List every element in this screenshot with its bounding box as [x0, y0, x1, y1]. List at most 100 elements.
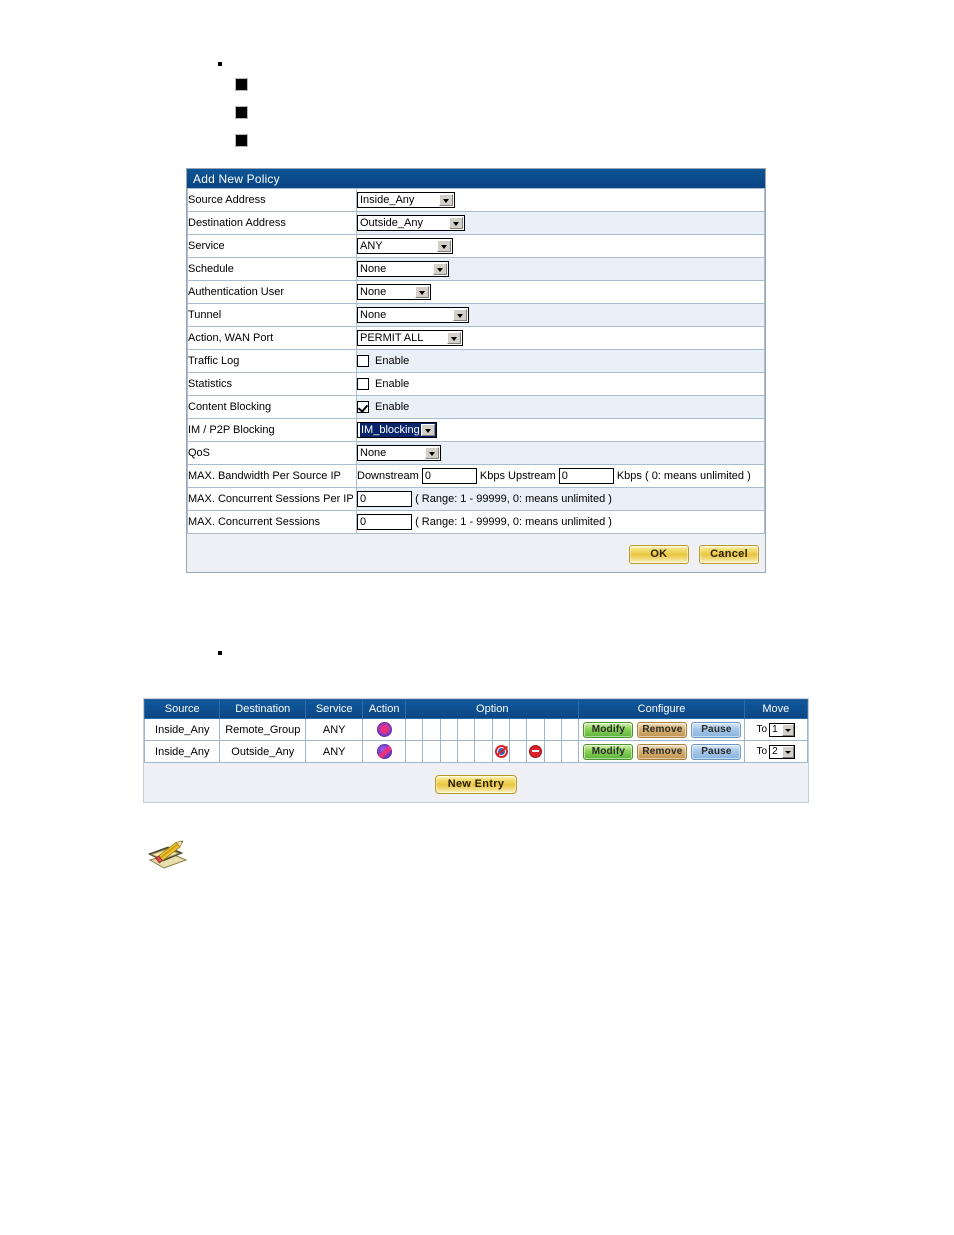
max-concurrent-sessions-per-ip-input[interactable]: 0 [357, 491, 412, 507]
header-service: Service [305, 699, 364, 719]
downstream-input[interactable]: 0 [421, 468, 477, 484]
service-select[interactable]: ANY [357, 238, 453, 254]
label-action-wan-port: Action, WAN Port [187, 326, 357, 350]
value-qos: None [356, 441, 765, 465]
cell-option-6 [491, 718, 511, 741]
new-entry-button[interactable]: New Entry [435, 775, 517, 794]
cell-option-3 [439, 718, 459, 741]
value-action-wan-port: PERMIT ALL [356, 326, 765, 350]
cancel-button[interactable]: Cancel [699, 545, 759, 564]
modify-button[interactable]: Modify [583, 743, 634, 760]
destination-address-select[interactable]: Outside_Any [357, 215, 465, 231]
im-p2p-blocking-select[interactable]: IM_blocking [357, 422, 437, 438]
authentication-user-select[interactable]: None [357, 284, 431, 300]
chevron-down-icon[interactable] [782, 723, 795, 736]
cell-option-4 [457, 718, 476, 741]
add-new-policy-panel: Add New Policy Source Address Inside_Any… [186, 168, 766, 573]
cell-option-2 [422, 740, 441, 763]
content-blocking-enable-label: Enable [375, 401, 410, 414]
value-traffic-log: Enable [356, 349, 765, 373]
max-concurrent-sessions-input[interactable]: 0 [357, 514, 412, 530]
value-source-address: Inside_Any [356, 188, 765, 212]
cell-option-5 [474, 718, 493, 741]
bullet-disc-bottom [218, 651, 222, 655]
value-schedule: None [356, 257, 765, 281]
label-max-concurrent-sessions-per-ip: MAX. Concurrent Sessions Per IP [187, 487, 357, 511]
remove-button[interactable]: Remove [637, 743, 688, 760]
ok-button[interactable]: OK [628, 545, 689, 564]
form-row-action-wan-port: Action, WAN Port PERMIT ALL [187, 326, 765, 350]
value-max-concurrent-sessions-per-ip: 0 ( Range: 1 - 99999, 0: means unlimited… [356, 487, 765, 511]
chevron-down-icon[interactable] [415, 286, 429, 298]
tunnel-select[interactable]: None [357, 307, 469, 323]
cell-option-1 [405, 718, 424, 741]
move-to-label: To [756, 724, 768, 736]
chevron-down-icon[interactable] [437, 240, 451, 252]
label-max-bandwidth-per-source-ip: MAX. Bandwidth Per Source IP [187, 464, 357, 488]
chevron-down-icon[interactable] [433, 263, 447, 275]
label-content-blocking: Content Blocking [187, 395, 357, 419]
label-service: Service [187, 234, 357, 258]
cell-option-7 [509, 718, 528, 741]
form-row-qos: QoS None [187, 441, 765, 465]
cell-action [362, 740, 407, 763]
value-max-concurrent-sessions: 0 ( Range: 1 - 99999, 0: means unlimited… [356, 510, 765, 534]
pause-button[interactable]: Pause [691, 743, 742, 760]
action-permit-slash-icon [376, 744, 392, 759]
policy-list-spacer [144, 763, 808, 771]
move-position-select[interactable]: 2 [769, 744, 796, 759]
pause-button[interactable]: Pause [691, 721, 742, 738]
form-row-authentication-user: Authentication User None [187, 280, 765, 304]
value-destination-address: Outside_Any [356, 211, 765, 235]
chevron-down-icon[interactable] [449, 217, 463, 229]
value-max-bandwidth-per-source-ip: Downstream 0 Kbps Upstream 0 Kbps ( 0: m… [356, 464, 765, 488]
form-row-im-p2p-blocking: IM / P2P Blocking IM_blocking [187, 418, 765, 442]
value-authentication-user: None [356, 280, 765, 304]
form-row-statistics: Statistics Enable [187, 372, 765, 396]
chevron-down-icon[interactable] [782, 745, 795, 758]
label-authentication-user: Authentication User [187, 280, 357, 304]
policy-form-table: Source Address Inside_Any Destination Ad… [187, 188, 765, 534]
source-address-select[interactable]: Inside_Any [357, 192, 455, 208]
traffic-log-checkbox[interactable] [357, 355, 369, 368]
cell-option-content-blocking [526, 740, 545, 763]
form-row-content-blocking: Content Blocking Enable [187, 395, 765, 419]
chevron-down-icon[interactable] [447, 332, 461, 344]
chevron-down-icon[interactable] [425, 447, 439, 459]
chevron-down-icon[interactable] [421, 424, 435, 436]
content-blocking-checkbox[interactable] [357, 401, 369, 414]
remove-button[interactable]: Remove [637, 721, 688, 738]
bullet-square-1 [235, 78, 248, 91]
form-row-max-concurrent-sessions: MAX. Concurrent Sessions 0 ( Range: 1 - … [187, 510, 765, 534]
chevron-down-icon[interactable] [439, 194, 453, 206]
form-row-traffic-log: Traffic Log Enable [187, 349, 765, 373]
im-blocking-icon [494, 745, 508, 758]
cell-option-1 [405, 740, 424, 763]
header-configure: Configure [578, 699, 745, 719]
header-destination: Destination [219, 699, 307, 719]
label-qos: QoS [187, 441, 357, 465]
max-concurrent-sessions-hint: ( Range: 1 - 99999, 0: means unlimited ) [415, 516, 612, 528]
table-row: Inside_Any Outside_Any ANY Modify Remove… [143, 740, 809, 763]
schedule-select[interactable]: None [357, 261, 449, 277]
upstream-label: Upstream [508, 470, 556, 482]
cell-option-7 [509, 740, 528, 763]
move-position-select[interactable]: 1 [769, 722, 796, 737]
upstream-input[interactable]: 0 [558, 468, 614, 484]
policy-list-panel: Source Destination Service Action Option… [143, 698, 809, 803]
cell-source: Inside_Any [143, 740, 221, 763]
statistics-checkbox[interactable] [357, 378, 369, 391]
cell-configure: Modify Remove Pause [578, 718, 745, 741]
chevron-down-icon[interactable] [453, 309, 467, 321]
form-row-max-concurrent-sessions-per-ip: MAX. Concurrent Sessions Per IP 0 ( Rang… [187, 487, 765, 511]
form-row-service: Service ANY [187, 234, 765, 258]
modify-button[interactable]: Modify [583, 721, 634, 738]
cell-destination: Outside_Any [219, 740, 307, 763]
qos-select[interactable]: None [357, 445, 441, 461]
cell-move: To 2 [743, 740, 809, 763]
header-source: Source [143, 699, 221, 719]
cell-destination: Remote_Group [219, 718, 307, 741]
action-wan-port-select[interactable]: PERMIT ALL [357, 330, 463, 346]
downstream-label: Downstream [357, 470, 419, 482]
policy-list-footer: New Entry [144, 771, 808, 802]
